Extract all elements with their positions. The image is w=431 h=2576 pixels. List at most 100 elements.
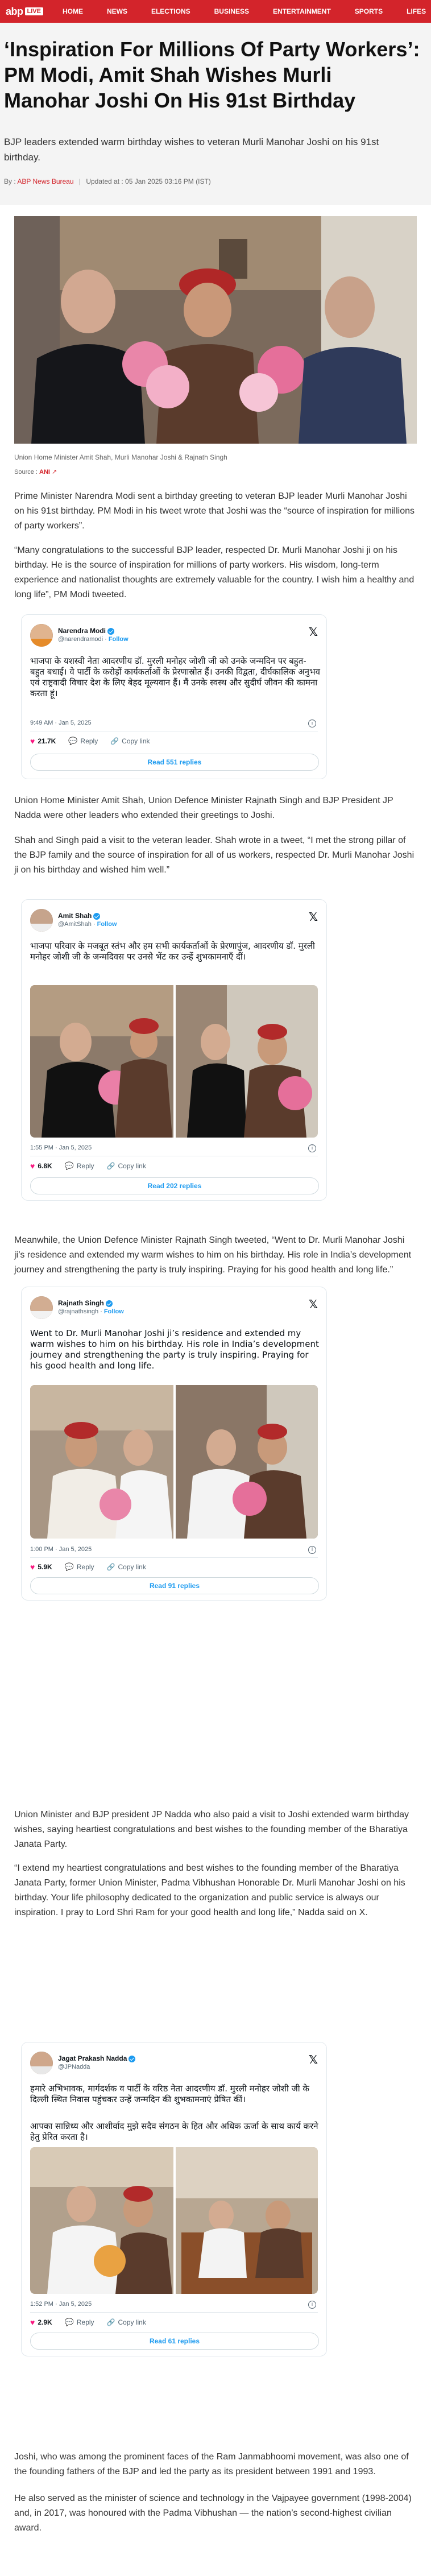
tweet-photo[interactable]	[30, 2147, 173, 2294]
embedded-tweet-amit-shah[interactable]: Amit Shah @AmitShah · Follow 𝕏 भाजपा परि…	[21, 899, 327, 1201]
heart-icon[interactable]: ♥	[30, 1562, 35, 1572]
heart-icon[interactable]: ♥	[30, 1161, 35, 1171]
heart-icon[interactable]: ♥	[30, 2318, 35, 2327]
external-link-icon: ↗	[52, 469, 57, 475]
tweet-header: Amit Shah @AmitShah · Follow	[30, 909, 117, 932]
copy-link-button[interactable]: Copy link	[122, 737, 150, 745]
author-link[interactable]: ABP News Bureau	[17, 177, 73, 185]
x-logo-icon[interactable]: 𝕏	[309, 910, 318, 924]
link-icon[interactable]: 🔗	[107, 1563, 115, 1571]
link-icon[interactable]: 🔗	[107, 1162, 115, 1170]
tweet-text: आपका सान्निध्य और आशीर्वाद मुझे सदैव संग…	[30, 2121, 318, 2142]
tweet-photo[interactable]	[176, 1385, 318, 1539]
tweet-author-name[interactable]: Amit Shah	[58, 912, 117, 920]
nav-lifestyle[interactable]: LIFES	[407, 7, 426, 15]
like-count: 5.9K	[38, 1563, 52, 1571]
reply-icon[interactable]: 💬	[65, 2318, 74, 2327]
article-paragraph: Union Home Minister Amit Shah, Union Def…	[14, 796, 393, 820]
nav-entertainment[interactable]: ENTERTAINMENT	[273, 7, 331, 15]
like-count: 21.7K	[38, 737, 56, 745]
nav-home[interactable]: HOME	[63, 7, 83, 15]
read-replies-button[interactable]: Read 202 replies	[30, 1177, 319, 1194]
tweet-photo[interactable]	[176, 2147, 318, 2294]
article-paragraph: Shah and Singh paid a visit to the veter…	[14, 836, 415, 875]
avatar[interactable]	[30, 1296, 53, 1319]
tweet-actions: ♥ 2.9K 💬 Reply 🔗 Copy link	[30, 2318, 146, 2327]
link-icon[interactable]: 🔗	[110, 737, 119, 745]
follow-button[interactable]: Follow	[97, 921, 117, 928]
follow-button[interactable]: Follow	[104, 1308, 124, 1315]
reply-icon[interactable]: 💬	[68, 737, 77, 746]
tweet-handle: @rajnathsingh	[58, 1308, 99, 1315]
info-icon[interactable]: i	[308, 1546, 316, 1554]
tweet-header: Rajnath Singh @rajnathsingh · Follow	[30, 1296, 124, 1319]
embedded-tweet-jp-nadda[interactable]: Jagat Prakash Nadda @JPNadda 𝕏 हमारे अभि…	[21, 2042, 327, 2356]
tweet-photo[interactable]	[30, 985, 173, 1138]
copy-link-button[interactable]: Copy link	[118, 1563, 146, 1571]
abp-live-logo[interactable]: abp LIVE	[6, 6, 43, 18]
nav-news[interactable]: NEWS	[107, 7, 127, 15]
verified-icon	[129, 2055, 136, 2062]
like-count: 6.8K	[38, 1162, 52, 1170]
article-paragraph: “I extend my heartiest congratulations a…	[14, 1863, 405, 1917]
article-paragraph: “Many congratulations to the successful …	[14, 545, 415, 599]
hero-photo-illustration	[14, 216, 417, 444]
verified-icon	[107, 627, 115, 635]
nav-business[interactable]: BUSINESS	[214, 7, 249, 15]
logo-text: abp	[6, 5, 23, 17]
nav-sports[interactable]: SPORTS	[355, 7, 383, 15]
tweet-header: Jagat Prakash Nadda @JPNadda	[30, 2052, 136, 2074]
tweet-actions: ♥ 6.8K 💬 Reply 🔗 Copy link	[30, 1161, 146, 1171]
tweet-text: भाजपा परिवार के मजबूत स्तंभ और हम सभी का…	[30, 941, 315, 962]
reply-button[interactable]: Reply	[81, 737, 98, 745]
image-source: Source : ANI ↗	[14, 469, 57, 475]
link-icon[interactable]: 🔗	[107, 2318, 115, 2326]
tweet-text: हमारे अभिभावक, मार्गदर्शक व पार्टी के वर…	[30, 2083, 309, 2104]
article-paragraph: Prime Minister Narendra Modi sent a birt…	[14, 491, 415, 531]
copy-link-button[interactable]: Copy link	[118, 1162, 146, 1170]
nav-elections[interactable]: ELECTIONS	[151, 7, 190, 15]
avatar[interactable]	[30, 2052, 53, 2074]
tweet-timestamp[interactable]: 1:55 PM · Jan 5, 2025	[30, 1144, 92, 1151]
tweet-photo[interactable]	[176, 985, 318, 1138]
read-replies-button[interactable]: Read 61 replies	[30, 2333, 319, 2350]
heart-icon[interactable]: ♥	[30, 737, 35, 746]
updated-time: Updated at : 05 Jan 2025 03:16 PM (IST)	[86, 177, 211, 185]
verified-icon	[105, 1300, 113, 1307]
info-icon[interactable]: i	[308, 1144, 316, 1152]
info-icon[interactable]: i	[308, 720, 316, 727]
reply-icon[interactable]: 💬	[65, 1562, 74, 1572]
read-replies-button[interactable]: Read 91 replies	[30, 1577, 319, 1594]
tweet-timestamp[interactable]: 1:00 PM · Jan 5, 2025	[30, 1546, 92, 1553]
embedded-tweet-modi[interactable]: Narendra Modi @narendramodi · Follow 𝕏 भ…	[21, 614, 327, 779]
reply-button[interactable]: Reply	[77, 1162, 94, 1170]
tweet-timestamp[interactable]: 9:49 AM · Jan 5, 2025	[30, 720, 92, 726]
tweet-handle: @AmitShah	[58, 921, 92, 928]
x-logo-icon[interactable]: 𝕏	[309, 625, 318, 639]
reply-button[interactable]: Reply	[77, 2318, 94, 2326]
embedded-tweet-rajnath-singh[interactable]: Rajnath Singh @rajnathsingh · Follow 𝕏 W…	[21, 1287, 327, 1601]
tweet-author-name[interactable]: Narendra Modi	[58, 627, 129, 635]
follow-button[interactable]: Follow	[109, 636, 129, 643]
like-count: 2.9K	[38, 2318, 52, 2326]
tweet-author-name[interactable]: Jagat Prakash Nadda	[58, 2054, 136, 2063]
reply-icon[interactable]: 💬	[65, 1161, 74, 1171]
info-icon[interactable]: i	[308, 2301, 316, 2309]
tweet-author-name[interactable]: Rajnath Singh	[58, 1299, 124, 1308]
x-logo-icon[interactable]: 𝕏	[309, 2053, 318, 2066]
live-badge: LIVE	[24, 7, 43, 15]
tweet-handle: @JPNadda	[58, 2064, 90, 2070]
copy-link-button[interactable]: Copy link	[118, 2318, 146, 2326]
tweet-actions: ♥ 21.7K 💬 Reply 🔗 Copy link	[30, 737, 150, 746]
avatar[interactable]	[30, 909, 53, 932]
source-ani-link[interactable]: ANI	[39, 469, 50, 475]
tweet-text: भाजपा के यशस्वी नेता आदरणीय डॉ. मुरली मन…	[30, 656, 321, 698]
tweet-photo[interactable]	[30, 1385, 173, 1539]
x-logo-icon[interactable]: 𝕏	[309, 1297, 318, 1311]
page-title: ‘Inspiration For Millions Of Party Worke…	[4, 38, 420, 112]
reply-button[interactable]: Reply	[77, 1563, 94, 1571]
avatar[interactable]	[30, 624, 53, 647]
read-replies-button[interactable]: Read 551 replies	[30, 754, 319, 771]
tweet-timestamp[interactable]: 1:52 PM · Jan 5, 2025	[30, 2301, 92, 2308]
hero-photo	[14, 216, 417, 444]
